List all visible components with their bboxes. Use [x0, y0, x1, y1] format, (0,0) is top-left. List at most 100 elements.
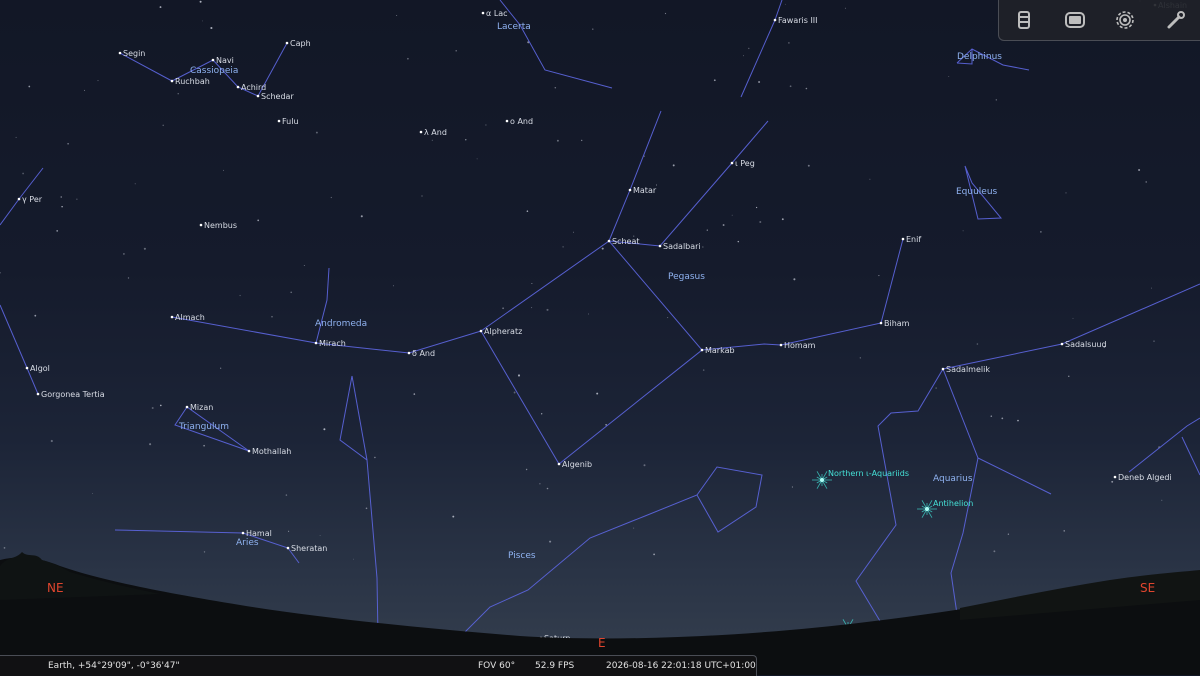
star[interactable]: Mothallah — [247, 447, 292, 456]
star[interactable]: Sadalbari — [658, 242, 701, 251]
star-dot[interactable] — [185, 405, 189, 409]
star-label: Hamal — [246, 529, 272, 538]
star-dot[interactable] — [407, 351, 411, 355]
star[interactable]: Mirach — [314, 339, 346, 348]
star-dot[interactable] — [481, 11, 485, 15]
line-cygnus — [740, 19, 776, 98]
star-dot[interactable] — [658, 244, 662, 248]
telescope-icon[interactable] — [1163, 7, 1189, 33]
star-dot[interactable] — [170, 315, 174, 319]
star-dot[interactable] — [314, 341, 318, 345]
star[interactable]: δ And — [407, 349, 435, 358]
radiant-center[interactable] — [820, 478, 824, 482]
star-dot[interactable] — [557, 462, 561, 466]
background-star — [1145, 181, 1147, 183]
star[interactable]: γ Per — [17, 195, 43, 204]
star-dot[interactable] — [25, 366, 29, 370]
star[interactable]: Ruchbah — [170, 77, 210, 86]
star-dot[interactable] — [170, 79, 174, 83]
star-dot[interactable] — [286, 546, 290, 550]
star[interactable]: λ And — [419, 128, 447, 137]
star-dot[interactable] — [236, 85, 240, 89]
star[interactable]: Enif — [901, 235, 922, 244]
eyepiece-icon[interactable] — [1011, 7, 1037, 33]
line-lacerta — [499, 0, 613, 89]
star[interactable]: Algenib — [557, 460, 592, 469]
screen-icon[interactable] — [1062, 7, 1088, 33]
star[interactable]: Sheratan — [286, 544, 328, 553]
star-dot[interactable] — [277, 119, 281, 123]
star-dot[interactable] — [779, 343, 783, 347]
line-andromeda-2 — [315, 267, 330, 344]
star-label: Sheratan — [291, 544, 327, 553]
background-star — [421, 195, 423, 197]
star-dot[interactable] — [941, 367, 945, 371]
meteor-radiant[interactable]: Northern ι-Aquariids — [812, 469, 909, 489]
star-dot[interactable] — [241, 531, 245, 535]
radiant-center[interactable] — [925, 507, 929, 511]
star-dot[interactable] — [628, 188, 632, 192]
star-dot[interactable] — [17, 197, 21, 201]
star[interactable]: Homam — [779, 341, 816, 350]
star[interactable]: Algol — [25, 364, 50, 373]
star-dot[interactable] — [118, 51, 122, 55]
star[interactable]: Mizan — [185, 403, 214, 412]
star-dot[interactable] — [256, 94, 260, 98]
star-dot[interactable] — [901, 237, 905, 241]
star-label: Navi — [216, 56, 234, 65]
star[interactable]: α Lac — [481, 9, 508, 18]
star-dot[interactable] — [479, 329, 483, 333]
star-dot[interactable] — [247, 449, 251, 453]
star[interactable]: Sadalsuud — [1060, 340, 1107, 349]
star[interactable]: Caph — [285, 39, 311, 48]
star[interactable]: Markab — [700, 346, 735, 355]
star[interactable]: Matar — [628, 186, 657, 195]
star-dot[interactable] — [700, 348, 704, 352]
star[interactable]: Fulu — [277, 117, 299, 126]
datetime-readout[interactable]: 2026-08-16 22:01:18 UTC+01:00 — [606, 661, 756, 671]
star[interactable]: Achird — [236, 83, 267, 92]
star-dot[interactable] — [773, 18, 777, 22]
star[interactable]: Hamal — [241, 529, 272, 538]
star-label: Ruchbah — [175, 77, 210, 86]
star[interactable]: Sadalmelik — [941, 365, 991, 374]
sky-view[interactable]: Segin Navi Caph Ruchbah AchirdSchedar Fulu λ A… — [0, 0, 1200, 675]
star-label: Nembus — [204, 221, 237, 230]
star-label: Alpheratz — [484, 327, 522, 336]
star[interactable]: Segin — [118, 49, 146, 58]
star-label: δ And — [412, 349, 435, 358]
meteor-radiant[interactable]: Antihelion — [917, 499, 973, 518]
star[interactable]: Alpheratz — [479, 327, 523, 336]
location-readout[interactable]: Earth, +54°29'09", -0°36'47" — [48, 661, 180, 671]
star[interactable]: Schedar — [256, 92, 295, 101]
star[interactable]: ι Peg — [730, 159, 755, 168]
star[interactable]: Scheat — [607, 237, 640, 246]
star-label: Markab — [705, 346, 735, 355]
star-dot[interactable] — [730, 161, 734, 165]
background-star — [962, 230, 964, 232]
star-dot[interactable] — [879, 321, 883, 325]
star[interactable]: Biham — [879, 319, 910, 328]
line-pisces-1 — [452, 466, 763, 645]
star[interactable]: ο And — [505, 117, 533, 126]
star[interactable]: Almach — [170, 313, 205, 322]
star-dot[interactable] — [419, 130, 423, 134]
star-label: λ And — [424, 128, 447, 137]
star-dot[interactable] — [505, 119, 509, 123]
background-star — [407, 57, 409, 60]
background-star — [748, 47, 750, 50]
star[interactable]: Fawaris III — [773, 16, 818, 25]
target-icon[interactable] — [1112, 7, 1138, 33]
star-dot[interactable] — [1113, 475, 1117, 479]
star-dot[interactable] — [211, 58, 215, 62]
constellation-label: Aquarius — [933, 474, 973, 484]
star[interactable]: Nembus — [199, 221, 237, 230]
star-dot[interactable] — [36, 392, 40, 396]
star[interactable]: Navi — [211, 56, 234, 65]
star-dot[interactable] — [607, 239, 611, 243]
star[interactable]: Deneb Algedi — [1113, 473, 1172, 482]
star-dot[interactable] — [199, 223, 203, 227]
star[interactable]: Gorgonea Tertia — [36, 390, 105, 399]
star-dot[interactable] — [285, 41, 289, 45]
star-dot[interactable] — [1060, 342, 1064, 346]
